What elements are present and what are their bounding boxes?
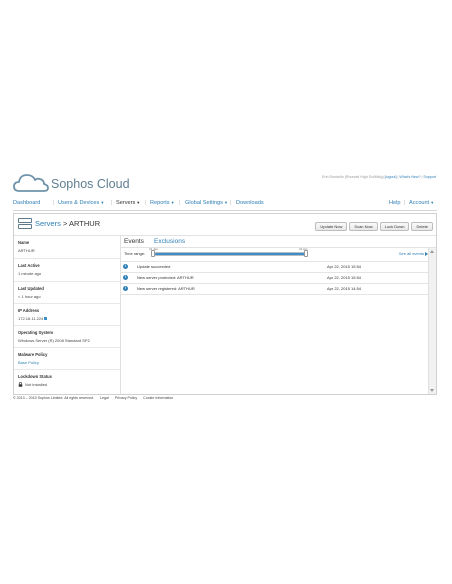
- detail-ip-address: IP Address 172.16.11.224: [14, 304, 120, 326]
- nav-downloads[interactable]: Downloads: [236, 200, 264, 206]
- page-title: ARTHUR: [69, 219, 101, 228]
- tab-divider: [121, 247, 436, 248]
- nav-reports[interactable]: Reports▼: [150, 200, 175, 206]
- chevron-down-icon: ▼: [100, 200, 105, 205]
- detail-last-active: Last Active 1 minute ago: [14, 259, 120, 282]
- cookie-information-link[interactable]: Cookie Information: [143, 396, 173, 400]
- breadcrumb-servers-link[interactable]: Servers: [35, 219, 61, 228]
- server-details: Name ARTHUR Last Active 1 minute ago Las…: [14, 236, 121, 394]
- user-name: Erin Rondello (Rhondel High Sci/Mktg): [322, 175, 384, 179]
- scan-now-button[interactable]: Scan Now: [349, 222, 378, 231]
- info-icon: i: [123, 264, 128, 269]
- list-item[interactable]: i New server protected: ARTHUR Apr 22, 2…: [121, 272, 429, 283]
- user-links: Erin Rondello (Rhondel High Sci/Mktg) [l…: [322, 175, 436, 179]
- breadcrumb-separator: >: [62, 219, 68, 228]
- lock-down-button[interactable]: Lock Down: [379, 222, 410, 231]
- support-link[interactable]: Support: [423, 175, 436, 179]
- detail-lockdown-status: Lockdown Status Not installed: [18, 374, 52, 388]
- server-icon: [18, 218, 32, 229]
- sophos-cloud-logo: Sophos Cloud: [13, 172, 153, 196]
- lock-icon: [18, 382, 23, 388]
- time-range-start-handle[interactable]: [151, 250, 155, 257]
- tab-events[interactable]: Events: [124, 238, 144, 245]
- scroll-down-icon[interactable]: [430, 389, 434, 392]
- nav-users-devices[interactable]: Users & Devices▼: [58, 200, 104, 206]
- info-icon[interactable]: [44, 317, 48, 321]
- info-icon: i: [123, 286, 128, 291]
- chevron-down-icon: ▼: [170, 200, 175, 205]
- nav-account[interactable]: Account▼: [409, 200, 434, 206]
- nav-divider: [13, 210, 437, 211]
- see-all-events-link[interactable]: See all events: [399, 251, 428, 256]
- delete-button[interactable]: Delete: [411, 222, 433, 231]
- info-icon: i: [123, 275, 128, 280]
- chevron-down-icon: ▼: [430, 200, 435, 205]
- detail-name: Name ARTHUR: [14, 236, 120, 259]
- detail-malware-policy: Malware Policy Base Policy: [14, 348, 120, 370]
- time-range-label: Time range:: [124, 251, 146, 256]
- whats-new-link[interactable]: What's New?: [399, 175, 420, 179]
- copyright: © 2013 – 2015 Sophos Limited. All rights…: [13, 396, 94, 400]
- cloud-icon: [13, 174, 49, 192]
- malware-policy-link[interactable]: Base Policy: [18, 360, 39, 365]
- breadcrumb: Servers > ARTHUR: [16, 216, 316, 232]
- detail-operating-system: Operating System Windows Server (R) 2008…: [14, 326, 120, 348]
- scroll-up-icon[interactable]: [430, 250, 434, 253]
- logout-link[interactable]: [logout]: [385, 175, 397, 179]
- tab-exclusions[interactable]: Exclusions: [154, 238, 185, 245]
- time-range-fill: [155, 253, 305, 255]
- nav-servers[interactable]: Servers▼: [116, 200, 140, 206]
- nav-help[interactable]: Help: [389, 200, 401, 206]
- chevron-down-icon: ▼: [136, 200, 141, 205]
- events-scrollbar[interactable]: [428, 248, 436, 394]
- legal-link[interactable]: Legal: [100, 396, 109, 400]
- nav-global-settings[interactable]: Global Settings▼: [185, 200, 228, 206]
- list-item[interactable]: i Update succeeded Apr 22, 2015 15:54: [121, 261, 429, 272]
- nav-dashboard[interactable]: Dashboard: [13, 200, 40, 206]
- privacy-policy-link[interactable]: Privacy Policy: [115, 396, 137, 400]
- detail-last-updated: Last Updated < 1 hour ago: [14, 282, 120, 304]
- time-range-end-handle[interactable]: [304, 250, 308, 257]
- server-actions: Update Now Scan Now Lock Down Delete: [315, 222, 433, 231]
- brand-name: Sophos Cloud: [51, 177, 130, 191]
- events-list: i Update succeeded Apr 22, 2015 15:54 i …: [121, 261, 429, 295]
- main-nav: Dashboard | Users & Devices▼ | Servers▼ …: [13, 200, 435, 206]
- server-detail-panel: Servers > ARTHUR Update Now Scan Now Loc…: [13, 213, 437, 395]
- update-now-button[interactable]: Update Now: [315, 222, 348, 231]
- list-item[interactable]: i New server registered: ARTHUR Apr 22, …: [121, 283, 429, 295]
- time-range-slider[interactable]: [154, 252, 306, 256]
- chevron-down-icon: ▼: [223, 200, 228, 205]
- footer: © 2013 – 2015 Sophos Limited. All rights…: [13, 396, 178, 400]
